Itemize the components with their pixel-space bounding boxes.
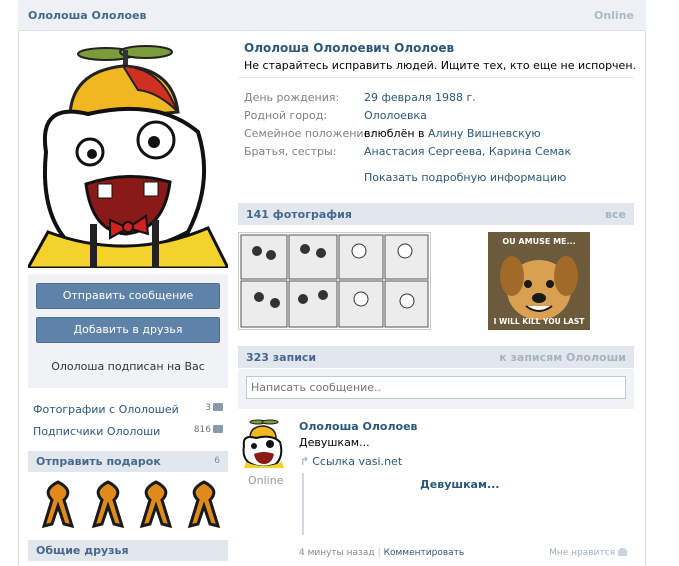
photo-thumbnail-dog-meme[interactable]: OU AMUSE ME... I WILL KILL YOU LAST	[488, 232, 590, 330]
post-like-button[interactable]: Мне нравится	[549, 548, 627, 558]
post-author-online: Online	[248, 474, 284, 487]
photos-with-label: Фотографии с Ололошей	[33, 403, 179, 416]
wall-post-input[interactable]	[246, 376, 626, 399]
send-message-button[interactable]: Отправить сообщение	[36, 283, 220, 309]
post-time[interactable]: 4 минуты назад	[299, 548, 375, 558]
gifts-section-count: 6	[214, 456, 220, 466]
profile-full-name: Ололоша Ололоевич Ололоев	[244, 41, 455, 55]
post-author-avatar[interactable]	[240, 418, 286, 468]
followers-count-wrap: 816	[194, 425, 223, 435]
info-label: День рождения:	[244, 91, 340, 104]
info-value-siblings[interactable]: Анастасия Сергеева, Карина Семак	[364, 145, 571, 158]
add-friend-button[interactable]: Добавить в друзья	[36, 317, 220, 343]
post-avatar-icon	[242, 419, 284, 468]
photos-section-title: 141 фотография	[246, 208, 352, 221]
post-text: Девушкам...	[299, 436, 370, 449]
post-like-label: Мне нравится	[549, 548, 615, 558]
repost-quote-bar	[302, 473, 304, 535]
relationship-partner-link[interactable]: Алину Вишневскую	[428, 127, 541, 140]
heart-icon	[618, 548, 627, 556]
post-attachment-link[interactable]: ↱ Ссылка vasi.net	[300, 455, 402, 468]
st-george-ribbon-icon[interactable]	[38, 478, 78, 530]
camera-icon	[213, 403, 223, 411]
followers-count: 816	[193, 425, 211, 435]
meme-top-caption: OU AMUSE ME...	[502, 237, 575, 246]
gifts-section-header[interactable]: Отправить подарок 6	[28, 451, 228, 472]
wall-section-title[interactable]: 323 записи	[246, 351, 316, 364]
profile-avatar[interactable]	[28, 32, 228, 268]
dog-meme-image-icon: OU AMUSE ME... I WILL KILL YOU LAST	[488, 232, 590, 330]
info-value-birthday[interactable]: 29 февраля 1988 г.	[364, 91, 476, 104]
info-value-relationship: влюблён в Алину Вишневскую	[364, 127, 541, 140]
divider	[238, 77, 634, 78]
people-icon	[213, 425, 223, 433]
photos-with-count: 3	[205, 403, 211, 413]
mutual-friends-title: Общие друзья	[36, 544, 129, 557]
wall-posts-link[interactable]: к записям Ололоши	[499, 351, 626, 364]
photos-with-link[interactable]: Фотографии с Ололошей 3	[33, 403, 223, 416]
relationship-prefix: влюблён в	[364, 127, 425, 140]
gifts-list	[28, 472, 228, 536]
st-george-ribbon-icon[interactable]	[184, 478, 224, 530]
show-more-info-link[interactable]: Показать подробную информацию	[364, 171, 566, 184]
share-arrow-icon: ↱	[300, 455, 310, 468]
profile-header: Ололоша Ололоев Online	[18, 0, 646, 31]
post-comment-link[interactable]: Комментировать	[384, 548, 465, 558]
post-footer: 4 минуты назад | Комментировать	[299, 548, 464, 558]
post-attachment-label: Ссылка vasi.net	[312, 455, 403, 468]
gifts-section-title: Отправить подарок	[36, 455, 161, 468]
st-george-ribbon-icon[interactable]	[88, 478, 128, 530]
comic-image-icon	[239, 233, 430, 329]
st-george-ribbon-icon[interactable]	[136, 478, 176, 530]
header-name: Ололоша Ололоев	[28, 9, 147, 22]
avatar-meme-face-icon	[28, 32, 228, 268]
online-status: Online	[593, 9, 634, 22]
profile-status-text[interactable]: Не старайтесь исправить людей. Ищите тех…	[244, 59, 636, 72]
wall-section-header: 323 записи к записям Ололоши	[238, 346, 634, 368]
photos-all-link[interactable]: все	[605, 208, 626, 221]
footer-separator: |	[377, 548, 381, 558]
info-label: Семейное положение:	[244, 127, 375, 140]
photo-thumbnail-comic[interactable]	[238, 232, 431, 330]
info-label: Братья, сестры:	[244, 145, 337, 158]
profile-actions: Отправить сообщение Добавить в друзья Ол…	[28, 274, 228, 388]
subscribed-note: Ололоша подписан на Вас	[51, 360, 205, 373]
followers-link[interactable]: Подписчики Ололоши 816	[33, 425, 223, 438]
photos-with-count-wrap: 3	[205, 403, 223, 413]
post-author-name[interactable]: Ололоша Ололоев	[299, 420, 418, 433]
followers-label: Подписчики Ололоши	[33, 425, 161, 438]
info-label: Родной город:	[244, 109, 328, 122]
info-value-hometown[interactable]: Ололоевка	[364, 109, 427, 122]
repost-title-link[interactable]: Девушкам...	[420, 478, 500, 491]
meme-bottom-caption: I WILL KILL YOU LAST	[494, 317, 586, 326]
mutual-friends-header[interactable]: Общие друзья	[28, 540, 228, 561]
photos-section-header[interactable]: 141 фотография все	[238, 203, 634, 225]
